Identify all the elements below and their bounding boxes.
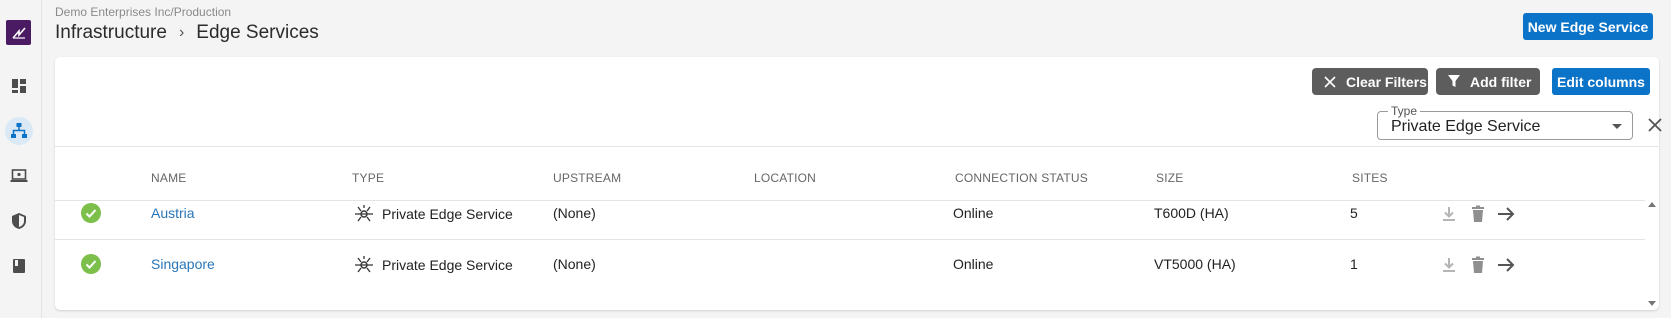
breadcrumb-edge-services: Edge Services	[196, 22, 319, 43]
type-cell: Private Edge Service	[354, 255, 513, 275]
dashboard-icon[interactable]	[5, 72, 33, 100]
column-header-location: LOCATION	[754, 171, 817, 185]
arrow-right-icon[interactable]	[1496, 255, 1516, 275]
column-header-connection-status: CONNECTION STATUS	[955, 171, 1088, 185]
table-scrollbar[interactable]	[1645, 200, 1659, 310]
column-header-name: NAME	[151, 171, 187, 185]
filter-icon	[1448, 75, 1460, 87]
type-filter-select[interactable]: Type Private Edge Service	[1377, 104, 1633, 140]
private-edge-service-icon	[355, 256, 373, 273]
close-icon	[1324, 75, 1336, 88]
caret-down-icon	[1612, 124, 1622, 129]
column-header-size: SIZE	[1156, 171, 1184, 185]
type-filter-value: Private Edge Service	[1391, 118, 1541, 135]
app-logo[interactable]	[6, 20, 31, 45]
online-status-check-icon	[81, 203, 101, 223]
laptop-icon[interactable]	[5, 162, 33, 190]
breadcrumb-separator: ›	[178, 24, 185, 41]
sites-cell: 1	[1350, 256, 1358, 272]
new-edge-service-button[interactable]: New Edge Service	[1523, 13, 1653, 40]
column-header-type: TYPE	[352, 171, 385, 185]
breadcrumb-infrastructure[interactable]: Infrastructure	[55, 22, 167, 44]
trash-icon[interactable]	[1468, 255, 1488, 275]
connection-status-cell: Online	[953, 205, 994, 221]
size-cell: T600D (HA)	[1154, 205, 1229, 221]
table-top-divider	[55, 146, 1659, 147]
clear-filters-button[interactable]: Clear Filters	[1312, 68, 1428, 95]
add-filter-label: Add filter	[1470, 73, 1532, 90]
column-header-upstream: UPSTREAM	[553, 171, 622, 185]
book-icon[interactable]	[5, 252, 33, 280]
table-row[interactable]: Austria Private Edge Service (None) Onli…	[55, 189, 1645, 240]
scroll-down-arrow-icon[interactable]	[1648, 301, 1656, 306]
clear-filters-label: Clear Filters	[1346, 73, 1427, 90]
type-cell: Private Edge Service	[354, 204, 513, 224]
type-filter-label: Type	[1388, 104, 1421, 118]
edit-columns-button[interactable]: Edit columns	[1552, 68, 1650, 95]
edge-service-name-link[interactable]: Austria	[151, 205, 195, 221]
sidebar	[0, 0, 42, 318]
edge-service-name-link[interactable]: Singapore	[151, 256, 215, 272]
upstream-cell: (None)	[553, 256, 596, 272]
breadcrumb: Infrastructure › Edge Services	[55, 22, 319, 44]
sites-cell: 5	[1350, 205, 1358, 221]
upstream-cell: (None)	[553, 205, 596, 221]
download-icon[interactable]	[1439, 204, 1459, 224]
column-header-sites: SITES	[1352, 171, 1388, 185]
shield-icon[interactable]	[5, 207, 33, 235]
online-status-check-icon	[81, 254, 101, 274]
type-cell-label: Private Edge Service	[382, 257, 513, 273]
scroll-up-arrow-icon[interactable]	[1648, 202, 1656, 207]
table-row[interactable]: Singapore Private Edge Service (None) On…	[55, 240, 1645, 291]
edge-services-card: Clear Filters Add filter Edit columns Ty…	[55, 57, 1662, 310]
trash-icon[interactable]	[1468, 204, 1488, 224]
add-filter-button[interactable]: Add filter	[1436, 68, 1540, 95]
network-hierarchy-icon[interactable]	[5, 117, 33, 145]
private-edge-service-icon	[355, 205, 373, 222]
download-icon[interactable]	[1439, 255, 1459, 275]
org-path: Demo Enterprises Inc/Production	[55, 5, 232, 19]
connection-status-cell: Online	[953, 256, 994, 272]
arrow-right-icon[interactable]	[1496, 204, 1516, 224]
size-cell: VT5000 (HA)	[1154, 256, 1236, 272]
type-cell-label: Private Edge Service	[382, 206, 513, 222]
remove-filter-close-icon[interactable]	[1646, 116, 1664, 134]
